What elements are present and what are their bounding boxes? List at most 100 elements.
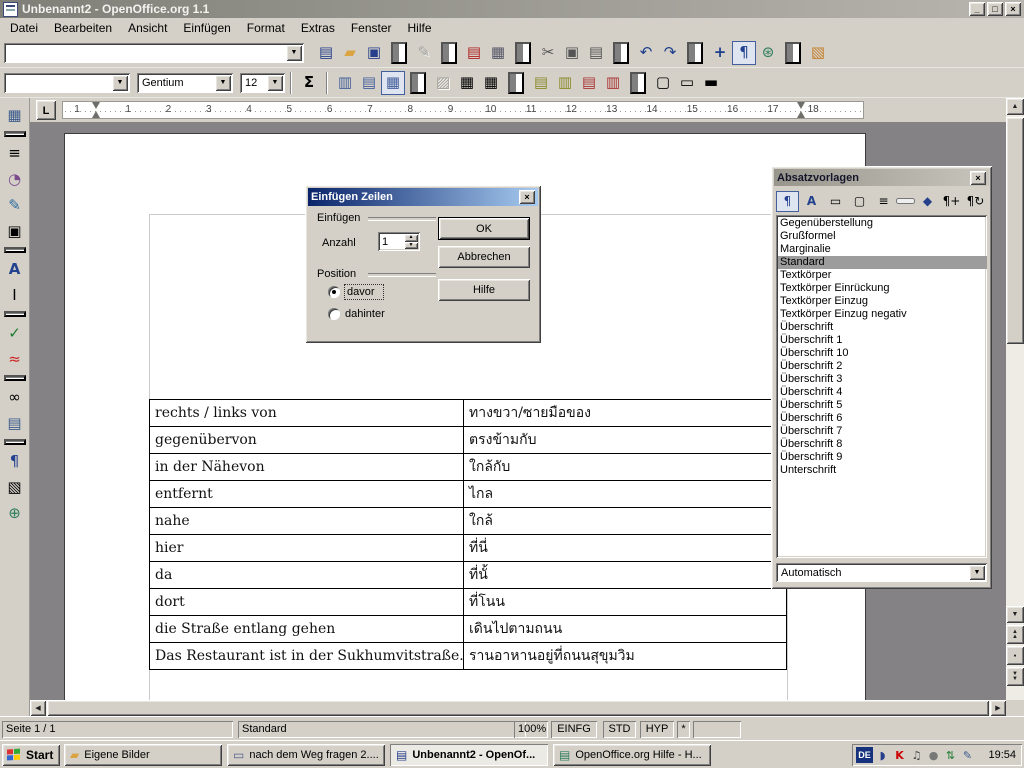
stylist-icon[interactable]: ¶ [732, 41, 756, 65]
style-list-item[interactable]: Überschrift 7 [778, 425, 987, 438]
table-cell-thai[interactable]: รานอาหานอยู่ที่ถนนสุขุมวิม [464, 643, 786, 669]
tab-type-button[interactable]: L [36, 100, 56, 120]
style-list-item[interactable]: Textkörper Einzug [778, 295, 987, 308]
open-icon[interactable]: ▰ [338, 41, 362, 65]
status-hyperlink-mode[interactable]: HYP [640, 721, 674, 738]
table-cell-german[interactable]: entfernt [150, 481, 464, 507]
spin-down-icon[interactable]: ▼ [404, 242, 418, 250]
table-cell-thai[interactable]: ตรงข้ามกับ [464, 427, 786, 453]
previous-page-icon[interactable]: ▲▲ [1006, 625, 1024, 644]
borders-icon[interactable]: ▢ [651, 71, 675, 95]
style-list-item[interactable]: Unterschrift [778, 464, 987, 477]
table-cell-german[interactable]: da [150, 562, 464, 588]
close-icon[interactable]: × [970, 171, 986, 185]
horizontal-scrollbar-thumb[interactable] [47, 700, 989, 716]
spin-up-icon[interactable]: ▲ [404, 234, 418, 242]
table-cell-german[interactable]: in der Nähevon [150, 454, 464, 480]
cancel-button[interactable]: Abbrechen [438, 246, 530, 268]
paragraph-style-combobox[interactable]: ▼ [4, 73, 130, 93]
style-list-item[interactable]: Textkörper Einrückung [778, 282, 987, 295]
undo-icon[interactable]: ↶ [634, 41, 658, 65]
copy-icon[interactable]: ▣ [560, 41, 584, 65]
help-button[interactable]: Hilfe [438, 279, 530, 301]
radio-selected-icon[interactable] [328, 286, 340, 298]
page-styles-icon[interactable]: ▢ [848, 191, 871, 212]
left-margin-marker[interactable] [92, 102, 101, 118]
horizontal-ruler[interactable]: 1 123456789101112131415161718 [62, 101, 864, 119]
mouse-icon[interactable]: ● [926, 747, 941, 763]
save-icon[interactable]: ▣ [362, 41, 386, 65]
dropdown-arrow-icon[interactable]: ▼ [112, 75, 128, 91]
table-autoformat-icon[interactable]: ▦ [479, 71, 503, 95]
count-spinner[interactable]: 1 ▲ ▼ [378, 232, 420, 251]
style-list-item[interactable]: Überschrift [778, 321, 987, 334]
update-icon[interactable]: ⇅ [943, 747, 958, 763]
menu-item[interactable]: Datei [2, 18, 46, 38]
menu-item[interactable]: Bearbeiten [46, 18, 120, 38]
new-document-icon[interactable]: ▤ [314, 41, 338, 65]
taskbar-button[interactable]: ▤ Unbenannt2 - OpenOf... [390, 744, 548, 766]
table-cell-german[interactable]: die Straße entlang gehen [150, 616, 464, 642]
insert-row-icon[interactable]: ▤ [529, 71, 553, 95]
table-borders-icon[interactable]: ▦ [455, 71, 479, 95]
style-list-item[interactable]: Überschrift 3 [778, 373, 987, 386]
spellcheck-icon[interactable]: ✓ [3, 321, 27, 345]
table-cell-thai[interactable]: ที่โนน [464, 589, 786, 615]
quickstart-icon[interactable]: ◗ [875, 747, 890, 763]
form-functions-icon[interactable]: ▣ [3, 219, 27, 243]
radio-after[interactable]: dahinter [328, 308, 385, 320]
table-cell-thai[interactable]: ไกล [464, 481, 786, 507]
url-combobox[interactable]: ▼ [4, 43, 304, 63]
dropdown-arrow-icon[interactable]: ▼ [267, 75, 283, 91]
nonprinting-characters-icon[interactable]: ¶ [3, 449, 27, 473]
next-page-icon[interactable]: ▼▼ [1006, 667, 1024, 686]
sum-icon[interactable]: Σ [297, 71, 321, 95]
style-list-item[interactable]: Gegenüberstellung [778, 217, 987, 230]
merge-cells-icon[interactable]: ▥ [333, 71, 357, 95]
table-cell-german[interactable]: gegenübervon [150, 427, 464, 453]
find-replace-icon[interactable]: ∞ [3, 385, 27, 409]
new-style-icon[interactable]: ¶+ [940, 191, 963, 212]
list-styles-icon[interactable]: ≡ [872, 191, 895, 212]
menu-item[interactable]: Extras [293, 18, 343, 38]
delete-column-icon[interactable]: ▥ [601, 71, 625, 95]
autotext-icon[interactable]: A [3, 257, 27, 281]
style-list-item[interactable]: Überschrift 9 [778, 451, 987, 464]
menu-item[interactable]: Hilfe [400, 18, 440, 38]
pen-device-icon[interactable]: ✎ [960, 747, 975, 763]
style-list-item[interactable]: Überschrift 8 [778, 438, 987, 451]
table-cell-thai[interactable]: ทางขวา/ซายมือของ [464, 400, 786, 426]
draw-functions-icon[interactable]: ✎ [3, 193, 27, 217]
paragraph-styles-icon[interactable]: ¶ [776, 191, 799, 212]
insert-fields-icon[interactable]: ≡ [3, 141, 27, 165]
menu-item[interactable]: Einfügen [175, 18, 238, 38]
style-list-item[interactable]: Textkörper [778, 269, 987, 282]
frame-styles-icon[interactable]: ▭ [824, 191, 847, 212]
cut-icon[interactable]: ✂ [536, 41, 560, 65]
table-cell-german[interactable]: hier [150, 535, 464, 561]
scroll-left-icon[interactable]: ◀ [30, 700, 46, 716]
style-list-item[interactable]: Textkörper Einzug negativ [778, 308, 987, 321]
graphics-toggle-icon[interactable]: ▧ [3, 475, 27, 499]
table-cell-german[interactable]: nahe [150, 508, 464, 534]
radio-before[interactable]: davor [328, 285, 383, 299]
radio-unselected-icon[interactable] [328, 308, 340, 320]
volume-icon[interactable]: ♫ [909, 747, 924, 763]
style-list-item[interactable]: Überschrift 2 [778, 360, 987, 373]
horizontal-scrollbar[interactable]: ◀ ▶ [30, 700, 1006, 716]
close-icon[interactable]: × [519, 190, 535, 204]
update-style-icon[interactable]: ¶↻ [964, 191, 987, 212]
cell-shading-icon[interactable]: ▨ [431, 71, 455, 95]
insert-table-icon[interactable]: ▦ [3, 103, 27, 127]
style-list-item[interactable]: Überschrift 10 [778, 347, 987, 360]
direct-cursor-icon[interactable]: I [3, 283, 27, 307]
background-color-icon[interactable]: ▬ [699, 71, 723, 95]
navigation-icon[interactable]: ● [1006, 646, 1024, 665]
start-button[interactable]: Start [2, 744, 60, 766]
redo-icon[interactable]: ↷ [658, 41, 682, 65]
edit-file-icon[interactable]: ✎ [412, 41, 436, 65]
font-name-combobox[interactable]: Gentium ▼ [137, 73, 233, 93]
style-list-item[interactable]: Überschrift 1 [778, 334, 987, 347]
style-list-item[interactable]: Grußformel [778, 230, 987, 243]
style-filter-combobox[interactable]: Automatisch ▼ [776, 563, 987, 582]
